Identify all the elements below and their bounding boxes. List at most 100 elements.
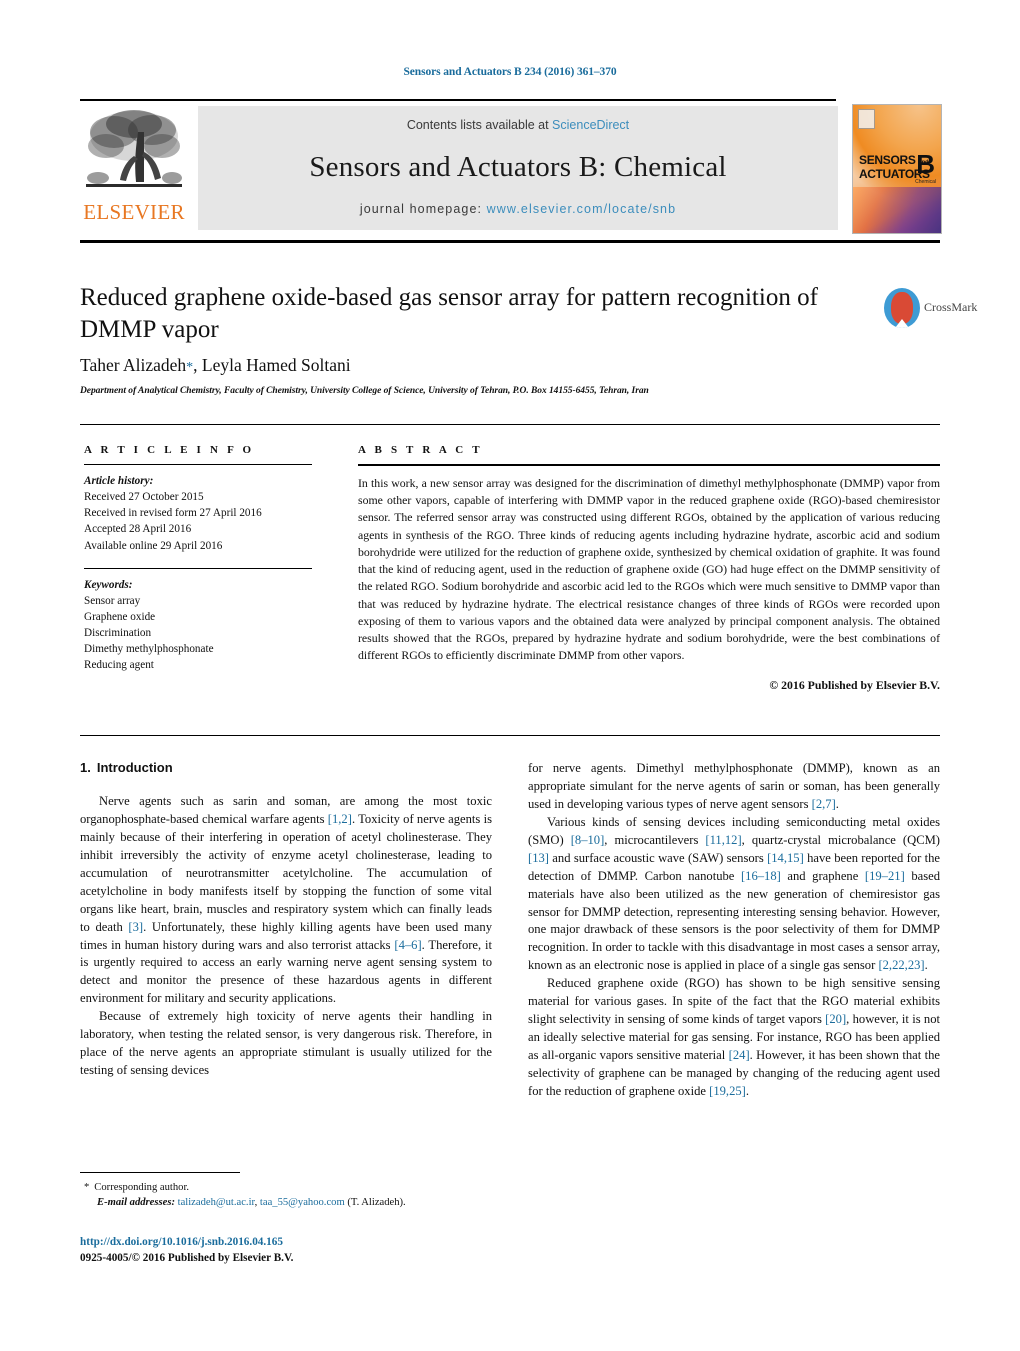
elsevier-wordmark: ELSEVIER [83, 200, 185, 224]
cover-sensors-text: SENSORS [859, 153, 916, 167]
email-line: E-mail addresses: talizadeh@ut.ac.ir, ta… [84, 1195, 514, 1210]
citation-link[interactable]: [20] [825, 1012, 846, 1026]
abstract-column: A B S T R A C T In this work, a new sens… [358, 444, 940, 693]
article-info-heading: A R T I C L E I N F O [84, 444, 255, 456]
info-band-bottom-rule [80, 735, 940, 736]
paragraph: Nerve agents such as sarin and soman, ar… [80, 793, 492, 1008]
paragraph: for nerve agents. Dimethyl methylphospho… [528, 760, 940, 814]
citation-link[interactable]: [4–6] [394, 938, 421, 952]
abstract-text: In this work, a new sensor array was des… [358, 476, 940, 663]
author-secondary: , Leyla Hamed Soltani [193, 355, 351, 375]
cover-elsevier-mark-icon [858, 109, 875, 129]
citation-link[interactable]: [13] [528, 851, 549, 865]
citation-link[interactable]: [24] [729, 1048, 750, 1062]
masthead-bottom-rule [80, 240, 940, 243]
paragraph-text: , quartz-crystal microbalance (QCM) [741, 832, 940, 847]
citation-link[interactable]: [2,22,23] [878, 958, 924, 972]
journal-homepage-line: journal homepage: www.elsevier.com/locat… [198, 202, 838, 216]
author-primary: Taher Alizadeh [80, 355, 187, 375]
citation-link[interactable]: [3] [128, 920, 143, 934]
paragraph-text: . [835, 796, 839, 811]
paragraph-text: . Toxicity of nerve agents is mainly bec… [80, 811, 492, 934]
keywords-label: Keywords: [84, 578, 133, 591]
contents-prefix: Contents lists available at [406, 118, 553, 132]
footnote-marker: * [84, 1182, 90, 1193]
keyword-item: Discrimination [84, 627, 152, 639]
keyword-item: Graphene oxide [84, 610, 156, 623]
journal-cover-thumbnail[interactable]: SENSORS and ACTUATORS B Chemical [852, 104, 942, 234]
citation-link[interactable]: [14,15] [767, 851, 804, 865]
paragraph: Because of extremely high toxicity of ne… [80, 1008, 492, 1080]
corresponding-author-line: * Corresponding author. [84, 1180, 514, 1195]
homepage-prefix: journal homepage: [359, 202, 487, 216]
elsevier-logo: ELSEVIER [80, 104, 188, 232]
crossmark-label: CrossMark [924, 300, 978, 314]
article-history-item: Available online 29 April 2016 [84, 539, 223, 552]
issn-copyright-line: 0925-4005/© 2016 Published by Elsevier B… [80, 1252, 294, 1264]
article-info-column: A R T I C L E I N F O Article history: R… [84, 444, 312, 673]
elsevier-tree-icon [84, 106, 184, 198]
article-history-label: Article history: [84, 475, 154, 487]
paragraph-text: Because of extremely high toxicity of ne… [80, 1009, 492, 1078]
article-info-divider [84, 464, 312, 465]
section-heading-introduction: 1. Introduction [80, 760, 492, 775]
keyword-item: Reducing agent [84, 659, 154, 672]
corresponding-author-footnote: * Corresponding author. E-mail addresses:… [84, 1180, 514, 1210]
email-suffix: (T. Alizadeh). [344, 1197, 406, 1209]
email-label: E-mail addresses: [97, 1197, 175, 1209]
journal-band: Contents lists available at ScienceDirec… [198, 106, 838, 230]
journal-homepage-link[interactable]: www.elsevier.com/locate/snb [487, 202, 677, 216]
citation-link[interactable]: [19,25] [709, 1084, 746, 1098]
body-column-left: 1. Introduction Nerve agents such as sari… [80, 760, 492, 1080]
citation-link[interactable]: [1,2] [328, 812, 352, 826]
footnote-rule [80, 1172, 240, 1173]
cover-art-gradient [853, 187, 941, 233]
article-history-item: Received in revised form 27 April 2016 [84, 507, 262, 520]
article-history-item: Accepted 28 April 2016 [84, 523, 192, 536]
abstract-copyright: © 2016 Published by Elsevier B.V. [769, 678, 940, 693]
running-head: Sensors and Actuators B 234 (2016) 361–3… [403, 66, 617, 78]
journal-masthead: ELSEVIER Contents lists available at Sci… [80, 100, 942, 234]
cover-sublabel: Chemical [915, 179, 936, 185]
crossmark-icon [884, 288, 920, 328]
citation-link[interactable]: [11,12] [705, 833, 741, 847]
citation-link[interactable]: [2,7] [812, 797, 836, 811]
paragraph: Various kinds of sensing devices includi… [528, 814, 940, 975]
intro-right-paragraphs: for nerve agents. Dimethyl methylphospho… [528, 760, 940, 1101]
section-number: 1. [80, 760, 91, 775]
sciencedirect-link[interactable]: ScienceDirect [552, 118, 629, 132]
keyword-item: Sensor array [84, 594, 141, 607]
contents-lists-line: Contents lists available at ScienceDirec… [198, 118, 838, 132]
keywords-block: Keywords: Sensor array Graphene oxide Di… [84, 577, 312, 674]
cover-volume-letter: B [916, 149, 935, 179]
author-list: Taher Alizadeh*, Leyla Hamed Soltani [80, 355, 351, 376]
info-band-top-rule [80, 424, 940, 425]
article-history-item: Received 27 October 2015 [84, 491, 204, 504]
abstract-divider [358, 464, 940, 466]
keywords-divider [84, 567, 312, 569]
body-column-right: for nerve agents. Dimethyl methylphospho… [528, 760, 940, 1101]
corresponding-author-text: Corresponding author. [94, 1182, 190, 1193]
email-link-primary[interactable]: talizadeh@ut.ac.ir [178, 1197, 255, 1208]
doi-link[interactable]: http://dx.doi.org/10.1016/j.snb.2016.04.… [80, 1236, 283, 1248]
citation-link[interactable]: [19–21] [865, 869, 905, 883]
intro-left-paragraphs: Nerve agents such as sarin and soman, ar… [80, 793, 492, 1080]
paragraph-text: and surface acoustic wave (SAW) sensors [548, 850, 768, 865]
keyword-item: Dimethy methylphosphonate [84, 643, 214, 656]
paragraph: Reduced graphene oxide (RGO) has shown t… [528, 975, 940, 1101]
article-history-block: Article history: Received 27 October 201… [84, 473, 312, 554]
page-title: Reduced graphene oxide-based gas sensor … [80, 284, 818, 343]
paragraph-text: and graphene [780, 868, 865, 883]
citation-link[interactable]: [16–18] [741, 869, 781, 883]
paragraph-text: , microcantilevers [604, 832, 706, 847]
paragraph-text: based materials have also been utilized … [528, 868, 941, 973]
author-affiliation: Department of Analytical Chemistry, Facu… [80, 386, 649, 396]
citation-link[interactable]: [8–10] [571, 833, 605, 847]
paragraph-text: . [924, 958, 928, 973]
abstract-heading: A B S T R A C T [358, 444, 483, 456]
email-link-secondary[interactable]: taa_55@yahoo.com [260, 1197, 345, 1208]
crossmark-badge[interactable]: CrossMark [884, 288, 977, 328]
journal-title: Sensors and Actuators B: Chemical [309, 151, 727, 183]
journal-article-page: Sensors and Actuators B 234 (2016) 361–3… [0, 0, 1020, 1351]
section-title: Introduction [96, 760, 173, 775]
